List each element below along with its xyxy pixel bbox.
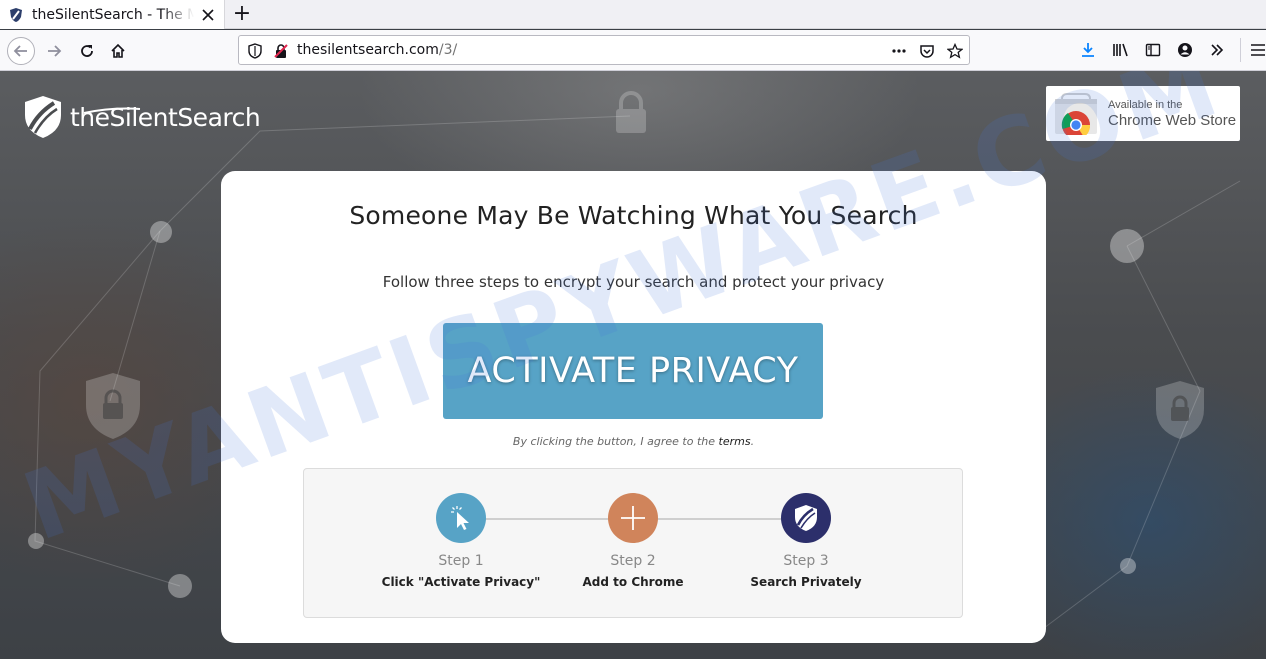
insecure-lock-icon[interactable] <box>273 43 289 59</box>
library-icon[interactable] <box>1112 42 1130 58</box>
background-node <box>168 574 192 598</box>
overflow-chevron-icon[interactable] <box>1209 42 1225 58</box>
step-1-label: Step 1 <box>438 553 484 569</box>
step-3-circle <box>781 493 831 543</box>
terms-notice: By clicking the button, I agree to the t… <box>221 435 1046 448</box>
new-tab-button[interactable]: + <box>229 2 255 26</box>
home-icon <box>111 43 125 58</box>
sidebar-icon[interactable] <box>1145 42 1161 58</box>
nav-bar: thesilentsearch.com/3/ <box>0 30 1266 71</box>
chrome-web-store-badge[interactable]: Available in the Chrome Web Store <box>1046 86 1240 141</box>
hamburger-menu-icon[interactable] <box>1250 42 1266 58</box>
terms-suffix: . <box>750 435 755 448</box>
url-host: thesilentsearch.com <box>297 42 439 58</box>
badge-big-text: Chrome Web Store <box>1108 111 1237 129</box>
reload-icon <box>81 45 93 57</box>
home-button[interactable] <box>104 37 132 65</box>
terms-link[interactable]: terms <box>719 435 751 448</box>
background-shield-lock-icon <box>1156 381 1204 439</box>
subheadline: Follow three steps to encrypt your searc… <box>382 273 885 291</box>
step-2-circle <box>608 493 658 543</box>
url-path: /3/ <box>438 42 458 58</box>
downloads-icon[interactable] <box>1080 42 1096 58</box>
web-page: theSilentSearch Available in the Chrome … <box>0 71 1266 659</box>
step-2-desc: Add to Chrome <box>582 575 684 589</box>
cursor-click-icon <box>451 506 469 530</box>
background-node <box>150 221 172 243</box>
step-1-desc: Click "Activate Privacy" <box>381 575 541 589</box>
forward-arrow-icon <box>48 45 62 57</box>
step-3-label: Step 3 <box>783 553 829 569</box>
bookmark-star-icon[interactable] <box>947 43 963 59</box>
url-bar[interactable]: thesilentsearch.com/3/ <box>238 35 970 65</box>
background-node <box>1110 229 1144 263</box>
forward-button[interactable] <box>40 37 68 65</box>
step-3: Step 3 Search Privately <box>716 493 896 589</box>
tab-bar: theSilentSearch - The Mo + <box>0 0 1266 29</box>
site-favicon-icon <box>10 7 22 22</box>
background-node <box>28 533 44 549</box>
plus-icon <box>621 506 645 530</box>
chrome-web-store-icon <box>1055 92 1097 135</box>
step-2-label: Step 2 <box>610 553 656 569</box>
site-logo[interactable]: theSilentSearch <box>24 95 261 139</box>
headline: Someone May Be Watching What You Search <box>349 201 918 230</box>
tab-close-icon[interactable] <box>200 7 216 23</box>
page-actions-icon[interactable] <box>891 43 907 59</box>
back-button[interactable] <box>7 37 35 65</box>
terms-prefix: By clicking the button, I agree to the <box>512 435 715 448</box>
toolbar-divider <box>1240 38 1241 62</box>
background-shield-lock-icon <box>86 373 140 439</box>
account-icon[interactable] <box>1177 42 1193 58</box>
badge-small-text: Available in the <box>1108 98 1183 111</box>
tab-active[interactable]: theSilentSearch - The Mo <box>0 0 225 29</box>
pocket-icon[interactable] <box>919 43 935 59</box>
shield-logo-icon <box>25 96 61 138</box>
tracking-shield-icon[interactable] <box>247 43 263 59</box>
main-card: Someone May Be Watching What You Search … <box>221 171 1046 643</box>
shield-logo-icon <box>795 505 817 531</box>
background-node <box>1120 558 1136 574</box>
reload-button[interactable] <box>73 37 101 65</box>
logo-swoosh <box>83 107 141 114</box>
step-1-circle <box>436 493 486 543</box>
back-arrow-icon <box>13 45 27 57</box>
url-text: thesilentsearch.com/3/ <box>297 42 457 58</box>
step-2: Step 2 Add to Chrome <box>543 493 723 589</box>
badge-text: Available in the Chrome Web Store <box>1108 99 1236 129</box>
background-lock-icon <box>616 91 646 133</box>
step-3-desc: Search Privately <box>750 575 862 589</box>
activate-privacy-button[interactable]: ACTIVATE PRIVACY <box>443 323 823 419</box>
step-1: Step 1 Click "Activate Privacy" <box>371 493 551 589</box>
steps-panel: Step 1 Click "Activate Privacy" Step 2 A… <box>303 468 963 618</box>
tab-title: theSilentSearch - The Mo <box>32 6 194 23</box>
